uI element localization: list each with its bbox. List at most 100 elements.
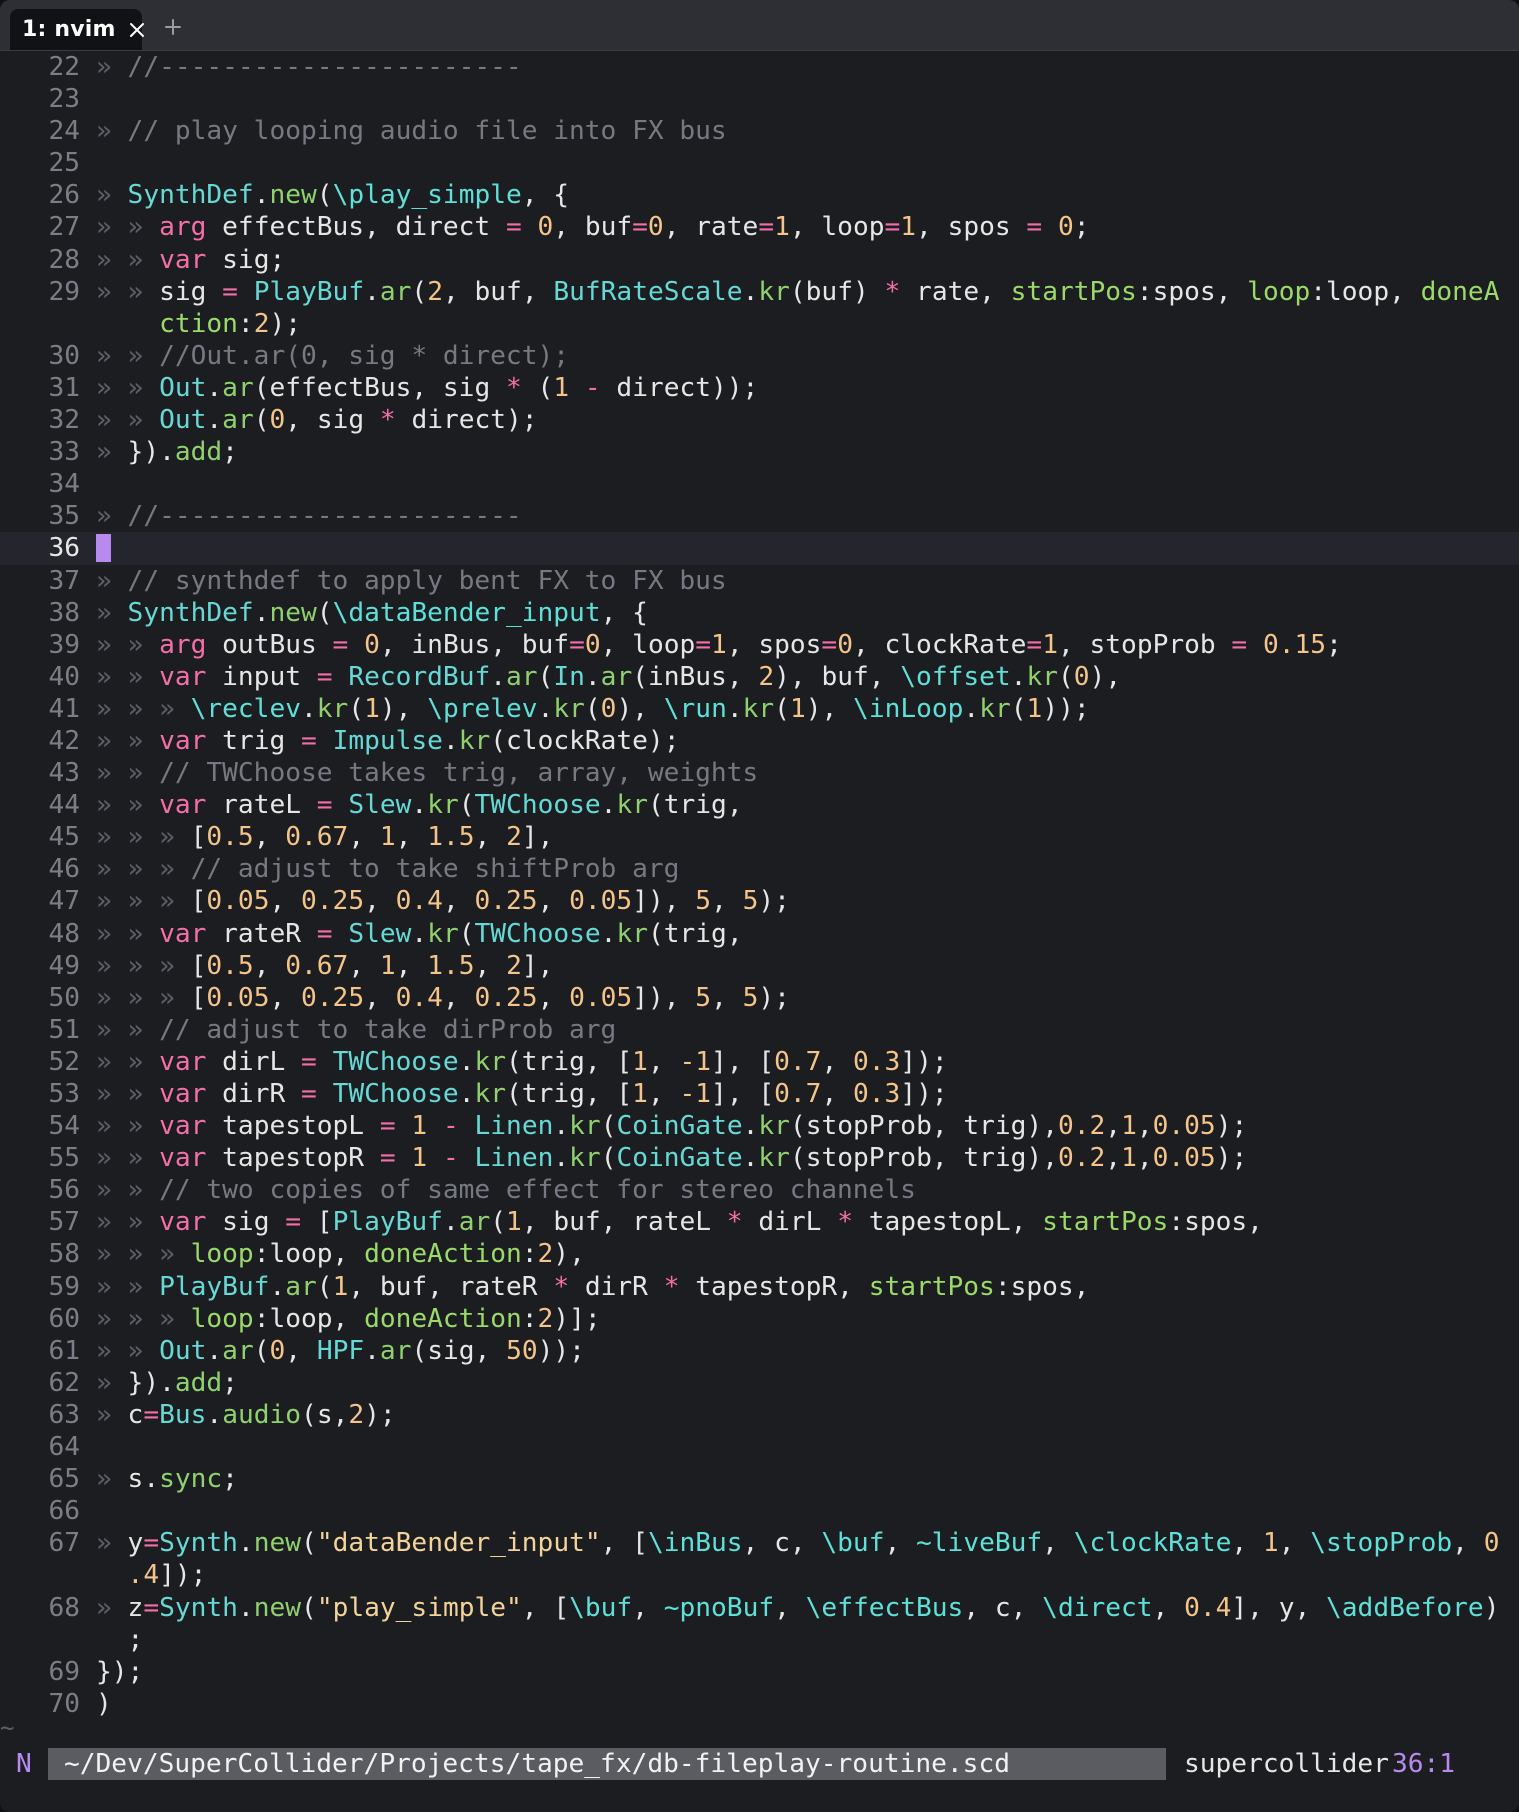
- line-text: » » » [0.5, 0.67, 1, 1.5, 2],: [96, 950, 554, 981]
- code-line: 44 » » var rateL = Slew.kr(TWChoose.kr(t…: [0, 789, 1519, 821]
- line-text: » » var dirL = TWChoose.kr(trig, [1, -1]…: [96, 1046, 948, 1077]
- line-number: 35: [48, 501, 80, 532]
- editor-buffer[interactable]: 22 » //----------------------- 23 24 » /…: [0, 51, 1519, 1741]
- line-number: 56: [48, 1175, 80, 1206]
- code-line: 23: [0, 83, 1519, 115]
- line-text: » » var tapestopL = 1 - Linen.kr(CoinGat…: [96, 1111, 1248, 1142]
- code-line: 59 » » PlayBuf.ar(1, buf, rateR * dirR *…: [0, 1271, 1519, 1303]
- line-text: » » var trig = Impulse.kr(clockRate);: [96, 725, 680, 756]
- line-text: » » » // adjust to take shiftProb arg: [96, 854, 680, 885]
- line-text: » // synthdef to apply bent FX to FX bus: [96, 565, 727, 596]
- line-text: » » arg effectBus, direct = 0, buf=0, ra…: [96, 212, 1090, 243]
- line-text: » y=Synth.new("dataBender_input", [\inBu…: [96, 1528, 1500, 1591]
- line-text: » » var tapestopR = 1 - Linen.kr(CoinGat…: [96, 1143, 1248, 1174]
- line-text: » » // two copies of same effect for ste…: [96, 1175, 916, 1206]
- code-line: 35 » //-----------------------: [0, 500, 1519, 532]
- line-number: 59: [48, 1271, 80, 1302]
- line-number: 24: [48, 116, 80, 147]
- line-number: 29: [48, 276, 80, 307]
- line-number: 60: [48, 1303, 80, 1334]
- status-line: N ~/Dev/SuperCollider/Projects/tape_fx/d…: [0, 1746, 1519, 1782]
- line-text: » }).add;: [96, 1367, 238, 1398]
- line-text: » » PlayBuf.ar(1, buf, rateR * dirR * ta…: [96, 1271, 1090, 1302]
- tab-title: 1: nvim: [22, 17, 116, 42]
- line-number: 61: [48, 1335, 80, 1366]
- file-path: ~/Dev/SuperCollider/Projects/tape_fx/db-…: [48, 1748, 1166, 1780]
- code-line: 41 » » » \reclev.kr(1), \prelev.kr(0), \…: [0, 693, 1519, 725]
- line-number: 57: [48, 1207, 80, 1238]
- line-text: » » » [0.05, 0.25, 0.4, 0.25, 0.05]), 5,…: [96, 886, 790, 917]
- line-number: 63: [48, 1399, 80, 1430]
- line-number: 43: [48, 758, 80, 789]
- line-number: 53: [48, 1079, 80, 1109]
- line-number: 25: [48, 148, 80, 179]
- line-number: 30: [48, 340, 80, 371]
- line-number: 34: [48, 469, 80, 500]
- code-line: 54 » » var tapestopL = 1 - Linen.kr(Coin…: [0, 1110, 1519, 1142]
- line-text: » » » \reclev.kr(1), \prelev.kr(0), \run…: [96, 693, 1090, 724]
- line-number: 66: [48, 1496, 80, 1527]
- line-text: » //-----------------------: [96, 501, 522, 532]
- line-text: » » sig = PlayBuf.ar(2, buf, BufRateScal…: [96, 276, 1500, 339]
- line-text: » » » loop:loop, doneAction:2),: [96, 1239, 585, 1270]
- code-line: 46 » » » // adjust to take shiftProb arg: [0, 853, 1519, 885]
- code-line: 51 » » // adjust to take dirProb arg: [0, 1014, 1519, 1046]
- code-line: 69 });: [0, 1656, 1519, 1688]
- code-line: 31 » » Out.ar(effectBus, sig * (1 - dire…: [0, 372, 1519, 404]
- code-line: 58 » » » loop:loop, doneAction:2),: [0, 1238, 1519, 1270]
- line-text: » » » loop:loop, doneAction:2)];: [96, 1303, 601, 1334]
- code-line: 57 » » var sig = [PlayBuf.ar(1, buf, rat…: [0, 1206, 1519, 1238]
- code-line: 55 » » var tapestopR = 1 - Linen.kr(Coin…: [0, 1142, 1519, 1174]
- code-line: 27 » » arg effectBus, direct = 0, buf=0,…: [0, 211, 1519, 243]
- line-number: 50: [48, 982, 80, 1013]
- line-number: 68: [48, 1592, 80, 1623]
- code-line: 66: [0, 1495, 1519, 1527]
- line-text: » » » [0.05, 0.25, 0.4, 0.25, 0.05]), 5,…: [96, 982, 790, 1013]
- line-text: » » //Out.ar(0, sig * direct);: [96, 340, 569, 371]
- line-text: » // play looping audio file into FX bus: [96, 116, 727, 147]
- line-number: 38: [48, 597, 80, 628]
- command-line[interactable]: [0, 1782, 1519, 1812]
- line-text: » }).add;: [96, 437, 238, 468]
- mode-indicator: N: [16, 1749, 32, 1779]
- code-line: 37 » // synthdef to apply bent FX to FX …: [0, 565, 1519, 597]
- close-icon[interactable]: [129, 20, 145, 40]
- line-text: » » var rateL = Slew.kr(TWChoose.kr(trig…: [96, 790, 743, 821]
- line-text: » » var input = RecordBuf.ar(In.ar(inBus…: [96, 661, 1122, 692]
- line-text: » » // adjust to take dirProb arg: [96, 1014, 617, 1045]
- code-line: 30 » » //Out.ar(0, sig * direct);: [0, 340, 1519, 372]
- code-line: 64: [0, 1431, 1519, 1463]
- tab-bar: 1: nvim: [0, 0, 1519, 51]
- line-number: 69: [48, 1656, 80, 1687]
- line-number: 46: [48, 854, 80, 885]
- line-text: » //-----------------------: [96, 52, 522, 82]
- line-number: 55: [48, 1143, 80, 1174]
- tab-nvim[interactable]: 1: nvim: [10, 9, 145, 50]
- code-line: 32 » » Out.ar(0, sig * direct);: [0, 404, 1519, 436]
- line-number: 58: [48, 1239, 80, 1270]
- code-line: 25: [0, 147, 1519, 179]
- line-text: » SynthDef.new(\dataBender_input, {: [96, 597, 648, 628]
- line-text: » » var dirR = TWChoose.kr(trig, [1, -1]…: [96, 1079, 948, 1109]
- code-line: 22 » //-----------------------: [0, 51, 1519, 83]
- cursor-line: 36: [0, 532, 1519, 565]
- line-text: » s.sync;: [96, 1464, 238, 1495]
- code-line: 63 » c=Bus.audio(s,2);: [0, 1399, 1519, 1431]
- code-line: 47 » » » [0.05, 0.25, 0.4, 0.25, 0.05]),…: [0, 885, 1519, 917]
- line-text: » » Out.ar(0, HPF.ar(sig, 50));: [96, 1335, 585, 1366]
- line-number: 37: [48, 565, 80, 596]
- line-number: 39: [48, 629, 80, 660]
- code-line: 28 » » var sig;: [0, 244, 1519, 276]
- line-number: 27: [48, 212, 80, 243]
- code-line: 61 » » Out.ar(0, HPF.ar(sig, 50));: [0, 1335, 1519, 1367]
- line-text: » » Out.ar(0, sig * direct);: [96, 405, 538, 436]
- line-text: » z=Synth.new("play_simple", [\buf, ~pno…: [96, 1592, 1500, 1655]
- line-number: 41: [48, 693, 80, 724]
- line-text: » » » [0.5, 0.67, 1, 1.5, 2],: [96, 822, 554, 853]
- plus-icon[interactable]: [160, 13, 186, 41]
- line-number: 26: [48, 180, 80, 211]
- line-text: » » var rateR = Slew.kr(TWChoose.kr(trig…: [96, 918, 743, 949]
- line-number: 62: [48, 1367, 80, 1398]
- code-line: 50 » » » [0.05, 0.25, 0.4, 0.25, 0.05]),…: [0, 982, 1519, 1014]
- line-text: });: [96, 1656, 144, 1687]
